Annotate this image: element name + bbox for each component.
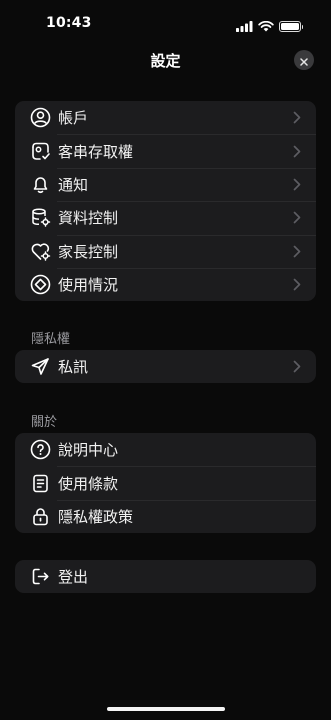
settings-item-account[interactable]: 帳戶 <box>15 101 316 134</box>
help-circle-icon <box>29 439 51 461</box>
settings-item-data-controls[interactable]: 資料控制 <box>15 201 316 234</box>
status-time: 10:43 <box>46 15 92 31</box>
chevron-right-icon <box>293 360 301 374</box>
settings-item-label: 帳戶 <box>58 109 89 128</box>
status-icons <box>236 17 303 36</box>
settings-item-label: 資料控制 <box>58 209 119 228</box>
settings-item-notifications[interactable]: 通知 <box>15 167 316 201</box>
cellular-signal-icon <box>236 17 253 36</box>
settings-item-parental-controls[interactable]: 家長控制 <box>15 234 316 268</box>
settings-item-label: 客串存取權 <box>58 142 134 161</box>
chevron-right-icon <box>293 144 301 158</box>
section-heading-privacy: 隱私權 <box>31 332 71 347</box>
paper-plane-icon <box>29 356 51 378</box>
settings-item-label: 使用條款 <box>58 474 119 493</box>
settings-item-label: 說明中心 <box>58 441 119 460</box>
settings-item-label: 通知 <box>58 175 89 194</box>
chevron-right-icon <box>293 111 301 125</box>
settings-item-messages[interactable]: 私訊 <box>15 350 316 383</box>
settings-item-terms-of-use[interactable]: 使用條款 <box>15 466 316 499</box>
wifi-icon <box>258 17 274 36</box>
settings-privacy-group: 私訊 <box>15 350 316 384</box>
settings-item-label: 家長控制 <box>58 242 119 261</box>
settings-logout-group: 登出 <box>15 560 316 594</box>
logout-icon <box>29 566 51 588</box>
usage-diamond-icon <box>29 274 51 296</box>
database-gear-icon <box>29 207 51 229</box>
page-title: 設定 <box>150 52 181 70</box>
chevron-right-icon <box>293 278 301 292</box>
cameo-access-icon <box>29 140 51 162</box>
settings-item-label: 私訊 <box>58 358 89 377</box>
settings-item-label: 使用情況 <box>58 276 119 295</box>
settings-item-usage[interactable]: 使用情況 <box>15 267 316 301</box>
settings-item-label: 隱私權政策 <box>58 507 134 526</box>
logout-label: 登出 <box>58 568 89 587</box>
settings-item-privacy-policy[interactable]: 隱私權政策 <box>15 499 316 533</box>
header: 設定 <box>0 44 331 76</box>
user-circle-icon <box>29 107 51 129</box>
settings-about-group: 說明中心 使用條款 隱私權政策 <box>15 433 316 534</box>
home-indicator <box>107 707 225 711</box>
battery-icon <box>279 21 303 32</box>
document-icon <box>29 472 51 494</box>
settings-main-group: 帳戶 客串存取權 通知 資料控制 家長控制 使用情況 <box>15 101 316 302</box>
status-bar: 10:43 <box>0 0 331 44</box>
chevron-right-icon <box>293 244 301 258</box>
heart-shield-icon <box>29 240 51 262</box>
chevron-right-icon <box>293 177 301 191</box>
close-button[interactable] <box>294 50 314 70</box>
settings-item-cameo-access[interactable]: 客串存取權 <box>15 134 316 167</box>
logout-button[interactable]: 登出 <box>15 560 316 593</box>
bell-icon <box>29 173 51 195</box>
chevron-right-icon <box>293 211 301 225</box>
section-heading-about: 關於 <box>31 415 58 430</box>
settings-item-help-center[interactable]: 說明中心 <box>15 433 316 466</box>
close-icon <box>300 51 308 70</box>
lock-icon <box>29 505 51 527</box>
